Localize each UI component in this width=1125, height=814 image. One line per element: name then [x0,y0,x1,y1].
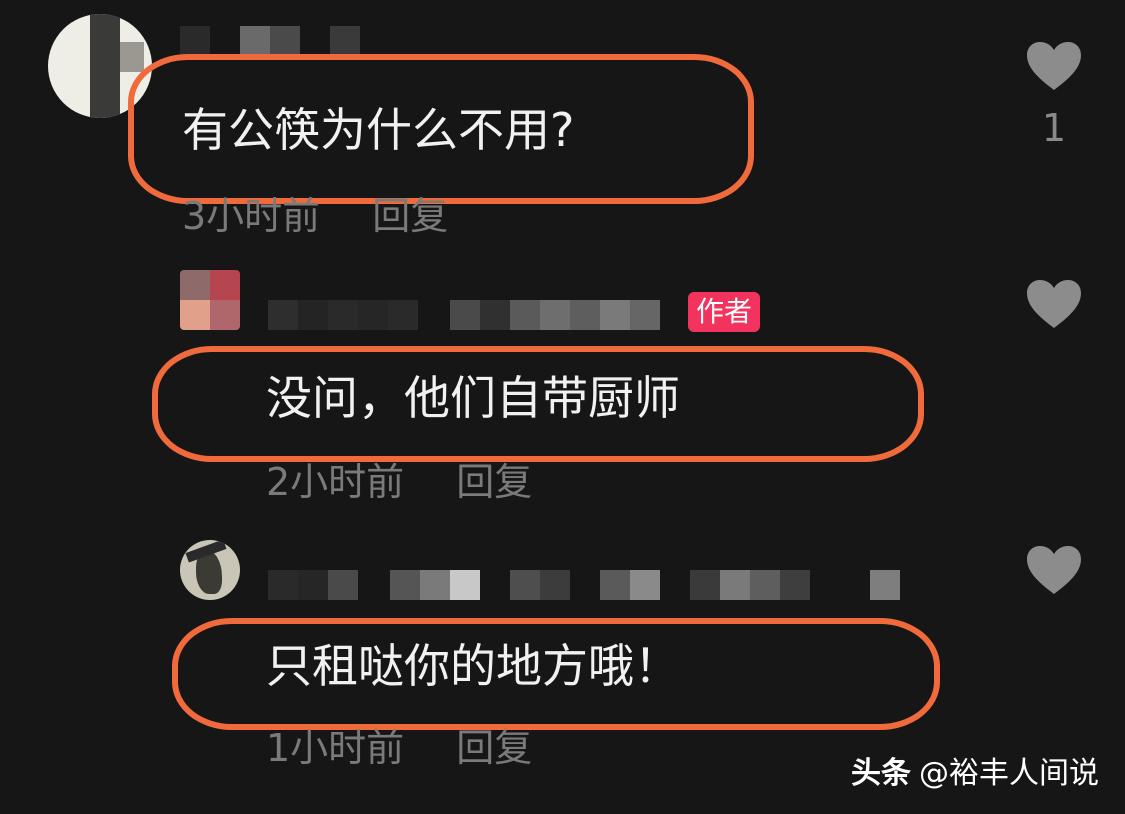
comment-text: 有公筷为什么不用? [182,103,575,157]
reply-button[interactable]: 回复 [456,726,532,770]
timestamp: 3小时前 [182,194,321,238]
comment-meta: 1小时前 回复 [266,726,532,770]
avatar[interactable] [48,14,152,118]
like-button[interactable] [1024,278,1084,344]
comment-meta: 2小时前 回复 [266,460,532,504]
reply-button[interactable]: 回复 [456,460,532,504]
comment-text: 没问，他们自带厨师 [266,371,680,425]
timestamp: 2小时前 [266,460,405,504]
avatar[interactable] [180,540,240,600]
watermark-brand: 头条 [851,756,911,791]
like-button[interactable]: 1 [1024,40,1084,150]
avatar[interactable] [180,270,240,330]
heart-icon [1027,280,1081,328]
timestamp: 1小时前 [266,726,405,770]
watermark: 头条 @裕丰人间说 [851,748,1099,792]
watermark-handle: @裕丰人间说 [919,756,1099,791]
comment-text: 只租哒你的地方哦！ [266,639,680,693]
like-button[interactable] [1024,544,1084,610]
heart-icon [1027,42,1081,90]
comment-meta: 3小时前 回复 [182,194,448,238]
like-count: 1 [1041,106,1067,150]
author-badge: 作者 [688,292,761,332]
heart-icon [1027,546,1081,594]
reply-button[interactable]: 回复 [372,194,448,238]
